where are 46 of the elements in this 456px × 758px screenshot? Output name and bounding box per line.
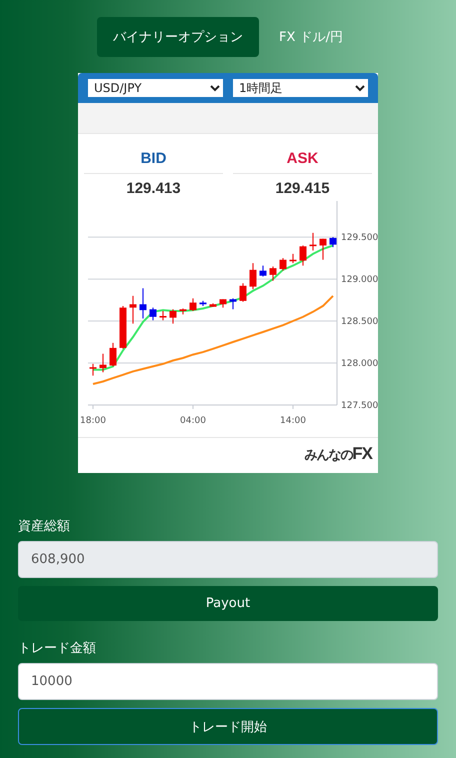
logo: みんなのFX <box>304 444 372 464</box>
candlestick <box>130 295 136 324</box>
axis-label: 129.000 <box>341 275 378 286</box>
axis-label: 129.500 <box>341 233 378 244</box>
candlestick <box>160 310 166 321</box>
field-label: トレード金額 <box>18 640 97 657</box>
candlestick <box>330 236 336 248</box>
quote-price: 129.413 <box>126 179 181 197</box>
candlestick <box>290 253 296 264</box>
candlestick <box>150 307 156 321</box>
candlestick <box>310 232 316 252</box>
candlestick <box>250 262 256 290</box>
candlestick <box>260 265 266 278</box>
axis-label: 18:00 <box>80 416 106 426</box>
candlestick <box>220 298 226 308</box>
candlestick <box>210 302 216 308</box>
candlestick <box>200 300 206 306</box>
axis-label: 127.500 <box>341 401 378 411</box>
quote-price: 129.415 <box>275 179 330 197</box>
quote-label: BID <box>84 146 223 174</box>
payout-button[interactable]: Payout <box>18 586 438 621</box>
quote-label: ASK <box>233 146 372 174</box>
tab[interactable]: バイナリーオプション <box>97 17 260 57</box>
timeframe-select[interactable]: 1時間足 <box>233 79 368 97</box>
candlestick <box>110 342 116 367</box>
amount-field[interactable]: 10000 <box>18 663 438 700</box>
currency-pair-select[interactable]: USD/JPY <box>88 79 223 97</box>
candlestick <box>240 282 246 302</box>
candlestick <box>100 353 106 373</box>
candlestick <box>320 238 326 260</box>
candlestick <box>120 305 126 350</box>
candlestick <box>300 245 306 266</box>
candlestick <box>170 308 176 324</box>
axis-label: 14:00 <box>280 416 306 426</box>
candlestick <box>230 298 236 310</box>
candlestick <box>90 363 96 376</box>
candlestick <box>270 266 276 282</box>
start-trade-button[interactable]: トレード開始 <box>18 708 438 745</box>
candlestick <box>180 308 186 315</box>
axis-label: 04:00 <box>180 416 206 426</box>
axis-label: 128.000 <box>341 359 378 370</box>
candlestick <box>280 258 286 272</box>
field-label: 資産総額 <box>18 518 71 535</box>
axis-label: 128.500 <box>341 317 378 328</box>
candlestick <box>140 288 146 320</box>
candlestick <box>190 298 196 312</box>
